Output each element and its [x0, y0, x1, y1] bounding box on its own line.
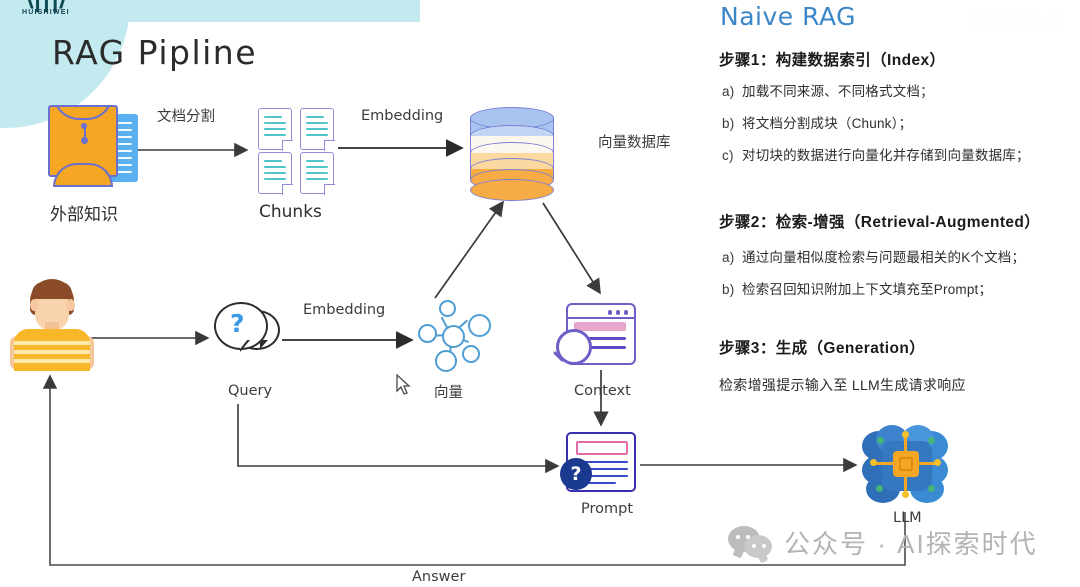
mouse-pointer-icon [396, 374, 411, 395]
brand-logo: \|||/ HUISHIWEI [22, 0, 70, 16]
step-2-item-b-marker: b) [722, 282, 735, 297]
brain-chip-icon [862, 425, 950, 505]
step-2-item-a: a) 通过向量相似度检索与问题最相关的K个文档； [722, 246, 1025, 266]
step-2-item-a-text: 通过向量相似度检索与问题最相关的K个文档； [742, 250, 1026, 265]
cpu-chip-icon [893, 451, 919, 477]
envelope-clasp-bottom [81, 137, 88, 144]
step-1-item-b-text: 将文档分割成块（Chunk）； [742, 116, 913, 131]
label-edge-split: 文档分割 [157, 109, 215, 125]
chunk-page-4 [300, 152, 335, 195]
logo-mark-icon: \|||/ [24, 0, 69, 11]
label-edge-answer: Answer [412, 569, 466, 585]
step-1-item-c-text: 对切块的数据进行向量化并存储到向量数据库； [742, 148, 1030, 163]
label-vector-database: 向量数据库 [598, 135, 671, 151]
step-2-item-b-text: 检索召回知识附加上下文填充至Prompt； [742, 282, 993, 297]
label-prompt: Prompt [581, 501, 634, 517]
envelope-document-icon [48, 105, 144, 187]
chunk-page-3 [258, 152, 293, 195]
label-edge-embedding-query: Embedding [303, 302, 386, 318]
step-3-text: 检索增强提示输入至 LLM生成请求响应 [719, 377, 966, 393]
question-mark-glyph: ? [230, 309, 245, 338]
chunk-page-2 [300, 108, 335, 151]
step-1-item-b-marker: b) [722, 116, 735, 131]
prompt-card-question-icon: ? [560, 432, 636, 492]
wechat-icon [728, 525, 774, 560]
step-1-item-c: c) 对切块的数据进行向量化并存储到向量数据库； [722, 144, 1030, 164]
panel-title: Naive RAG [720, 2, 856, 31]
label-query: Query [228, 383, 273, 399]
label-vector: 向量 [434, 385, 463, 401]
watermark-top-right: 问答时代 [969, 9, 1066, 34]
label-edge-embedding-chunks: Embedding [361, 108, 444, 124]
step-1-heading: 步骤1：构建数据索引（Index） [719, 52, 946, 69]
speech-bubble-question-icon: ? [214, 302, 280, 358]
step-1-item-a-text: 加载不同来源、不同格式文档； [742, 84, 934, 99]
label-chunks: Chunks [259, 202, 322, 222]
watermark-bottom: 公众号 · AI探索时代 [728, 524, 1038, 561]
step-3-heading: 步骤3：生成（Generation） [719, 340, 926, 357]
step-1-item-a: a) 加载不同来源、不同格式文档； [722, 80, 934, 100]
database-cylinder-icon [470, 107, 554, 201]
step-2-item-a-marker: a) [722, 250, 735, 265]
network-node-icon [418, 300, 491, 372]
envelope-body [48, 105, 118, 187]
step-2-heading: 步骤2：检索-增强（Retrieval-Augmented） [719, 214, 1041, 231]
rag-diagram: 外部知识 文档分割 Chunks Embedding 向量数据库 ? Query… [0, 0, 716, 587]
watermark-bottom-text: 公众号 · AI探索时代 [784, 529, 1038, 559]
step-2-item-b: b) 检索召回知识附加上下文填充至Prompt； [722, 278, 992, 298]
page-title: RAG Pipline [52, 33, 257, 72]
logo-wordmark: HUISHIWEI [22, 9, 70, 16]
step-1-item-a-marker: a) [722, 84, 735, 99]
person-avatar-icon [8, 279, 96, 371]
step-1-item-b: b) 将文档分割成块（Chunk）； [722, 112, 912, 132]
label-context: Context [574, 383, 631, 399]
browser-window-search-icon [552, 303, 636, 365]
envelope-bottom-fold [50, 159, 116, 187]
step-1-item-c-marker: c) [722, 148, 734, 163]
chunk-page-1 [258, 108, 293, 151]
prompt-question-badge: ? [560, 458, 592, 490]
screenshot-root: \|||/ HUISHIWEI 问答时代 RAG Pipline [0, 0, 1080, 587]
label-external-knowledge: 外部知识 [50, 205, 118, 224]
